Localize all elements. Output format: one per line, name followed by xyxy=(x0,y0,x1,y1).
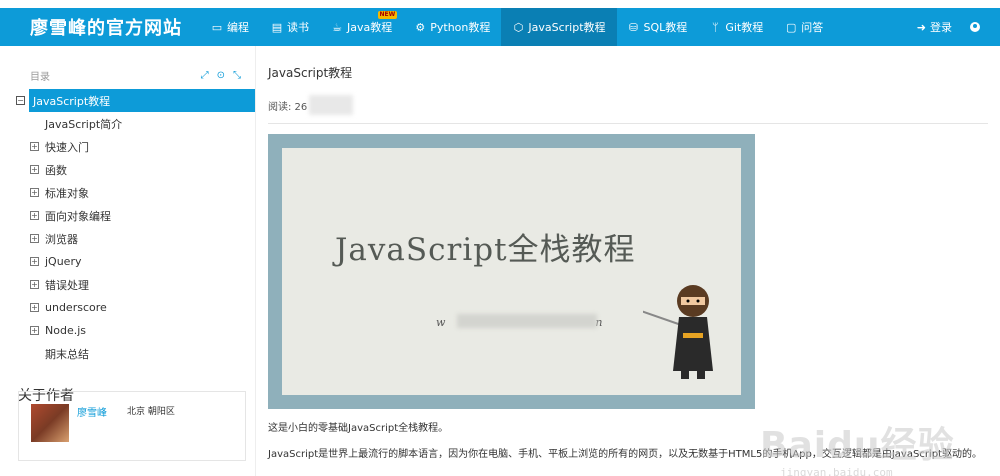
login-label: 登录 xyxy=(930,21,952,34)
nav-item-git[interactable]: ᛘ Git教程 xyxy=(698,8,774,46)
nav-item-label: 编程 xyxy=(227,21,249,34)
nav-item-label: 读书 xyxy=(287,21,309,34)
nav-item-label: JavaScript教程 xyxy=(528,21,606,34)
nav-item-label: Java教程 xyxy=(347,21,393,34)
avatar[interactable] xyxy=(31,404,69,442)
expand-box-icon[interactable]: + xyxy=(30,188,39,197)
read-count: 阅读: 26 xyxy=(268,95,1000,115)
toc-item-label: 期末总结 xyxy=(45,347,89,361)
coffee-icon: ☕ xyxy=(332,20,342,34)
toc-item-label: JavaScript教程 xyxy=(33,94,111,108)
sidebar: 目录 ⤢ ⊙ ⤡ − JavaScript教程 JavaScript简介 + 快速入… xyxy=(0,46,256,476)
banner-title: JavaScript全栈教程 xyxy=(335,232,636,268)
toc-item-browser[interactable]: + 浏览器 xyxy=(0,227,255,250)
expand-box-icon[interactable]: + xyxy=(30,234,39,243)
toc-item-label: 快速入门 xyxy=(45,140,89,154)
toc-item-label: underscore xyxy=(45,301,107,314)
expand-box-icon[interactable]: + xyxy=(30,211,39,220)
toc-item-oop[interactable]: + 面向对象编程 xyxy=(0,204,255,227)
toc-item-label: 浏览器 xyxy=(45,232,78,246)
toc-item-error-handling[interactable]: + 错误处理 xyxy=(0,273,255,296)
toc-list: − JavaScript教程 JavaScript简介 + 快速入门 + 函数 + 标准… xyxy=(0,89,255,365)
expand-box-icon[interactable]: + xyxy=(30,257,39,266)
expand-box-icon[interactable]: + xyxy=(30,142,39,151)
blurred-count xyxy=(309,95,354,115)
nav-item-label: Git教程 xyxy=(725,21,764,34)
baidu-watermark: Baidu经验 jingyan.baidu.com xyxy=(760,416,970,476)
code-icon: ▭ xyxy=(211,20,223,34)
login-icon: ➜ xyxy=(916,20,926,34)
top-strip xyxy=(0,0,1000,8)
toc-item-quickstart[interactable]: + 快速入门 xyxy=(0,135,255,158)
database-icon: ⛁ xyxy=(628,20,639,34)
site-brand[interactable]: 廖雪峰的官方网站 xyxy=(0,14,200,40)
toc-item-standard-objects[interactable]: + 标准对象 xyxy=(0,181,255,204)
nav-item-label: 问答 xyxy=(801,21,824,34)
author-location: 北京 朝阳区 xyxy=(127,407,175,417)
divider xyxy=(268,123,988,124)
toc-item-nodejs[interactable]: + Node.js xyxy=(0,319,255,342)
nav-item-qa[interactable]: ▢ 问答 xyxy=(774,8,834,46)
watermark-brand: Baidu经验 xyxy=(760,425,955,466)
login-button[interactable]: ➜ 登录 xyxy=(899,19,970,35)
toc-item-javascript[interactable]: − JavaScript教程 xyxy=(16,89,255,112)
toc-item-label: jQuery xyxy=(45,255,82,268)
locate-icon[interactable]: ⊙ xyxy=(217,70,225,81)
git-icon: ᛘ xyxy=(712,20,719,34)
collapse-box-icon[interactable]: − xyxy=(16,96,25,105)
nav-item-label: Python教程 xyxy=(430,21,491,34)
toc-item-jquery[interactable]: + jQuery xyxy=(0,250,255,273)
top-navbar: 廖雪峰的官方网站 ▭ 编程 ▤ 读书 ☕ Java教程 NEW ⚙ Python… xyxy=(0,8,1000,46)
toc-item-functions[interactable]: + 函数 xyxy=(0,158,255,181)
author-card: 廖雪峰 北京 朝阳区 xyxy=(18,391,246,461)
course-banner-image: JavaScript全栈教程 wn xyxy=(268,134,755,409)
toc-item-label: 面向对象编程 xyxy=(45,209,111,223)
expand-box-icon[interactable]: + xyxy=(30,303,39,312)
toc-item-label: JavaScript简介 xyxy=(45,117,123,131)
nav-item-sql[interactable]: ⛁ SQL教程 xyxy=(617,8,699,46)
expand-box-icon[interactable]: + xyxy=(30,165,39,174)
banner-canvas: JavaScript全栈教程 wn xyxy=(282,148,741,395)
toc-item-label: 错误处理 xyxy=(45,278,89,292)
page-layout: 目录 ⤢ ⊙ ⤡ − JavaScript教程 JavaScript简介 + 快速入… xyxy=(0,46,1000,476)
nav-item-label: SQL教程 xyxy=(643,21,688,34)
chat-icon: ▢ xyxy=(786,20,797,34)
new-badge: NEW xyxy=(377,11,398,19)
expand-box-icon[interactable]: + xyxy=(30,280,39,289)
nav-right: ➜ 登录 xyxy=(899,19,1000,35)
toc-header: 目录 ⤢ ⊙ ⤡ xyxy=(0,46,255,89)
author-name-link[interactable]: 廖雪峰 xyxy=(77,404,107,419)
toc-title: 目录 xyxy=(30,72,50,83)
nav-item-javascript[interactable]: ⬡ JavaScript教程 xyxy=(501,8,617,46)
expand-icon[interactable]: ⤢ xyxy=(201,70,209,81)
banner-sub-start: w xyxy=(436,316,446,329)
toc-item-final[interactable]: 期末总结 xyxy=(0,342,255,365)
python-icon: ⚙ xyxy=(415,20,426,34)
main-content: JavaScript教程 阅读: 26 JavaScript全栈教程 wn 这是… xyxy=(256,46,1000,476)
read-count-label: 阅读: 26 xyxy=(268,101,308,113)
nav-item-reading[interactable]: ▤ 读书 xyxy=(260,8,320,46)
nav-item-programming[interactable]: ▭ 编程 xyxy=(200,8,260,46)
toc-item-label: 函数 xyxy=(45,163,67,177)
expand-box-icon[interactable]: + xyxy=(30,326,39,335)
toc-item-underscore[interactable]: + underscore xyxy=(0,296,255,319)
nav-item-python[interactable]: ⚙ Python教程 xyxy=(403,8,501,46)
ninja-illustration xyxy=(643,285,713,379)
collapse-icon[interactable]: ⤡ xyxy=(233,70,241,81)
book-icon: ▤ xyxy=(271,20,283,34)
globe-icon[interactable] xyxy=(970,22,980,32)
watermark-url: jingyan.baidu.com xyxy=(780,466,893,476)
nav-item-java[interactable]: ☕ Java教程 NEW xyxy=(320,8,403,46)
toc-tools: ⤢ ⊙ ⤡ xyxy=(201,70,241,81)
toc-item-label: 标准对象 xyxy=(45,186,89,200)
blurred-url xyxy=(457,314,597,328)
toc-item-label: Node.js xyxy=(45,324,86,337)
toc-item-intro[interactable]: JavaScript简介 xyxy=(0,112,255,135)
js-icon: ⬡ xyxy=(513,20,524,34)
page-title: JavaScript教程 xyxy=(268,66,353,80)
